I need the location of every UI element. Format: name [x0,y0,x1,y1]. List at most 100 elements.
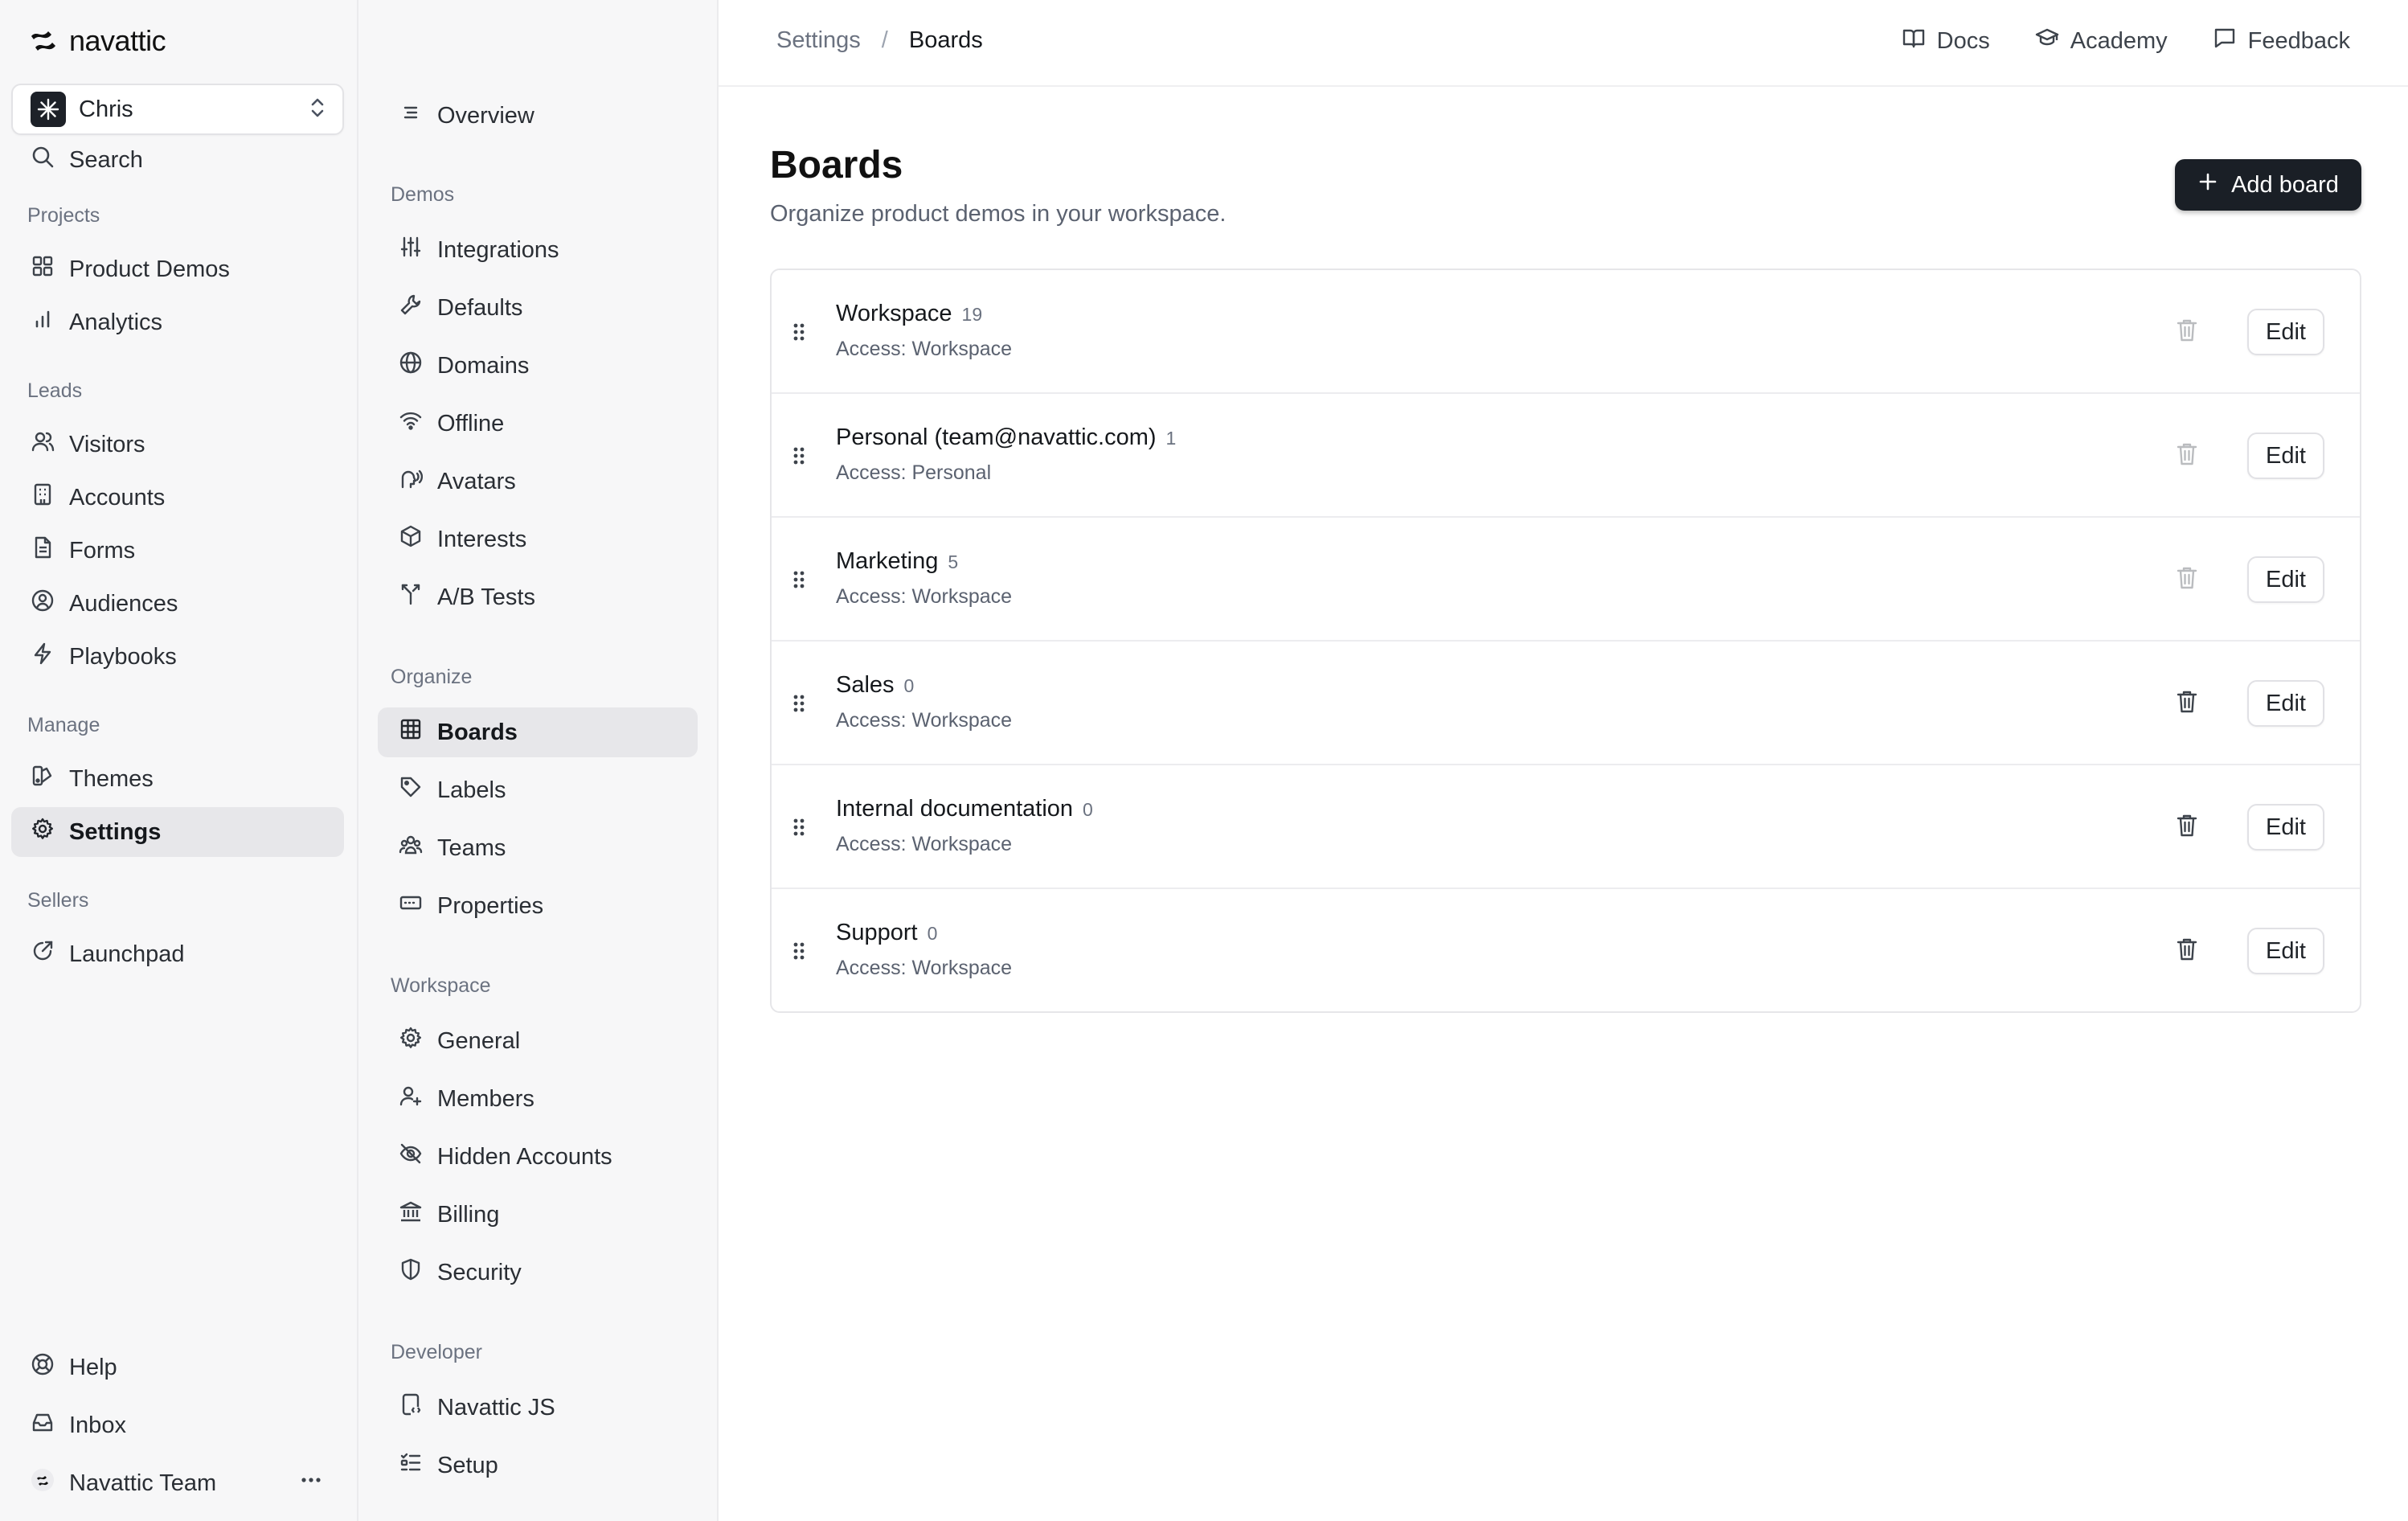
edit-board-button[interactable]: Edit [2247,309,2324,355]
board-name: Personal (team@navattic.com) [836,424,1157,450]
academy-link[interactable]: Academy [2035,26,2168,56]
user-circle-icon [31,588,55,619]
breadcrumb-settings[interactable]: Settings [776,27,861,54]
trash-icon[interactable] [2175,936,2199,967]
sidebar-item-label: Analytics [69,309,163,335]
settings-nav-labels[interactable]: Labels [378,765,698,815]
sidebar-item-visitors[interactable]: Visitors [11,420,344,469]
trash-icon[interactable] [2175,688,2199,720]
workspace-switcher[interactable]: Chris [11,84,344,135]
board-row: Marketing 5 Access: Workspace Edit [772,518,2360,642]
book-open-icon [1902,26,1926,56]
navattic-logo-icon [29,27,58,56]
sidebar-item-accounts[interactable]: Accounts [11,473,344,523]
sidebar-item-launchpad[interactable]: Launchpad [11,929,344,979]
sidebar-item-audiences[interactable]: Audiences [11,579,344,629]
feedback-link-label: Feedback [2247,27,2350,54]
settings-nav-label: Overview [437,102,534,129]
sidebar-search-label: Search [69,146,143,173]
sidebar-item-playbooks[interactable]: Playbooks [11,632,344,682]
settings-section-developer: Developer [391,1341,482,1363]
settings-nav: Overview Demos Integrations Defaults Dom… [358,0,719,1521]
board-title: Sales 0 [836,672,914,699]
external-link-icon [31,939,55,970]
list-indent-icon [399,100,423,131]
settings-nav-hidden-accounts[interactable]: Hidden Accounts [378,1132,698,1182]
board-title: Personal (team@navattic.com) 1 [836,424,1176,451]
workspace-avatar [31,92,66,127]
sidebar-item-label: Launchpad [69,941,185,967]
settings-nav-label: Defaults [437,294,523,321]
sidebar-section-leads: Leads [27,379,83,402]
settings-nav-ab-tests[interactable]: A/B Tests [378,572,698,622]
sidebar-item-product-demos[interactable]: Product Demos [11,244,344,294]
docs-link-label: Docs [1936,27,1990,54]
drag-handle-icon[interactable] [791,939,807,967]
sidebar-item-forms[interactable]: Forms [11,526,344,576]
drag-handle-icon[interactable] [791,444,807,472]
edit-board-button[interactable]: Edit [2247,433,2324,479]
boards-list: Workspace 19 Access: Workspace Edit Pers… [770,269,2361,1013]
settings-nav-integrations[interactable]: Integrations [378,225,698,275]
drag-handle-icon[interactable] [791,320,807,348]
sidebar-item-analytics[interactable]: Analytics [11,297,344,347]
drag-handle-icon[interactable] [791,568,807,596]
settings-nav-domains[interactable]: Domains [378,341,698,391]
docs-link[interactable]: Docs [1902,26,1990,56]
edit-board-button[interactable]: Edit [2247,680,2324,727]
settings-nav-boards[interactable]: Boards [378,707,698,757]
sidebar-item-label: Accounts [69,484,166,510]
sidebar-item-label: Audiences [69,590,178,617]
main-sidebar: navattic Chris Search Projects Product D… [0,0,358,1521]
feedback-link[interactable]: Feedback [2213,26,2350,56]
trash-icon[interactable] [2175,812,2199,843]
breadcrumb-current: Boards [908,27,983,53]
sidebar-item-label: Help [69,1354,117,1380]
board-demo-count: 5 [948,551,959,572]
sidebar-item-help[interactable]: Help [11,1343,344,1392]
settings-nav-label: Navattic JS [437,1394,555,1421]
sidebar-item-label: Themes [69,765,154,792]
settings-nav-setup[interactable]: Setup [378,1441,698,1490]
board-row: Support 0 Access: Workspace Edit [772,889,2360,1011]
settings-nav-interests[interactable]: Interests [378,515,698,564]
settings-nav-label: Properties [437,892,544,919]
sidebar-item-themes[interactable]: Themes [11,754,344,804]
bank-icon [399,1199,423,1230]
settings-nav-general[interactable]: General [378,1016,698,1066]
users-icon [31,429,55,460]
grid-icon [31,254,55,285]
settings-nav-security[interactable]: Security [378,1248,698,1298]
edit-board-button[interactable]: Edit [2247,928,2324,974]
sidebar-item-inbox[interactable]: Inbox [11,1400,344,1450]
settings-nav-teams[interactable]: Teams [378,823,698,873]
settings-nav-offline[interactable]: Offline [378,399,698,449]
settings-nav-label: General [437,1027,521,1054]
settings-nav-avatars[interactable]: Avatars [378,457,698,506]
drag-handle-icon[interactable] [791,691,807,720]
settings-nav-label: Billing [437,1201,500,1228]
file-text-icon [31,535,55,566]
sidebar-search[interactable]: Search [11,135,344,185]
edit-board-button[interactable]: Edit [2247,804,2324,851]
edit-board-button[interactable]: Edit [2247,556,2324,603]
plus-icon [2197,171,2218,199]
add-board-button[interactable]: Add board [2175,159,2361,211]
board-title: Workspace 19 [836,301,982,327]
settings-nav-defaults[interactable]: Defaults [378,283,698,333]
settings-nav-billing[interactable]: Billing [378,1190,698,1240]
board-row: Workspace 19 Access: Workspace Edit [772,270,2360,394]
sidebar-item-settings[interactable]: Settings [11,807,344,857]
brand-logo[interactable]: navattic [29,24,166,58]
settings-nav-properties[interactable]: Properties [378,881,698,931]
gear-icon [31,817,55,847]
drag-handle-icon[interactable] [791,815,807,843]
settings-nav-members[interactable]: Members [378,1074,698,1124]
more-horizontal-icon[interactable] [299,1468,323,1498]
board-title: Marketing 5 [836,548,958,575]
input-field-icon [399,891,423,921]
settings-nav-navattic-js[interactable]: Navattic JS [378,1383,698,1433]
board-name: Support [836,920,918,945]
settings-nav-overview[interactable]: Overview [378,91,698,141]
sidebar-team-menu[interactable]: Navattic Team [11,1458,344,1508]
